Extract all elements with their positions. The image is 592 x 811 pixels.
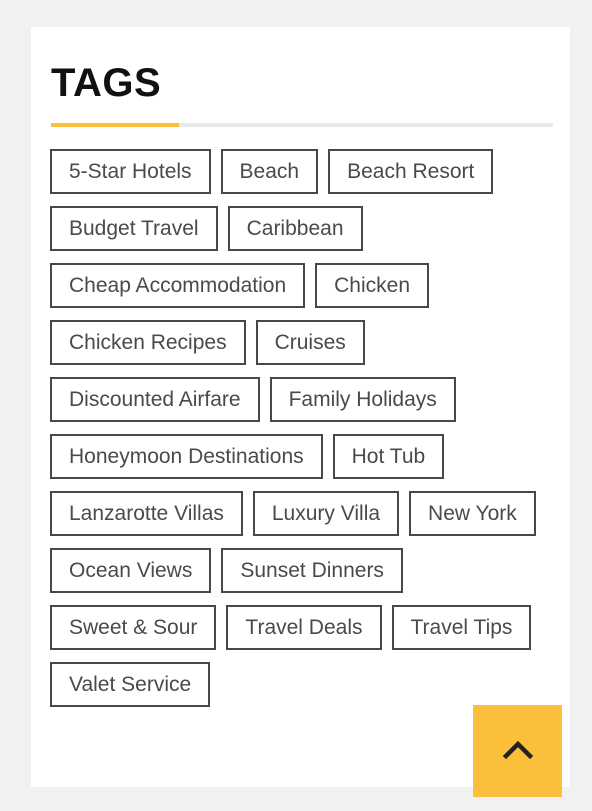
- chevron-up-icon: [497, 730, 539, 772]
- tag-link[interactable]: Luxury Villa: [252, 491, 400, 536]
- tag-link[interactable]: Sunset Dinners: [221, 548, 403, 593]
- tag-link[interactable]: Honeymoon Destinations: [50, 434, 323, 479]
- tag-link[interactable]: Beach Resort: [328, 149, 494, 194]
- tag-link[interactable]: Lanzarotte Villas: [50, 491, 243, 536]
- tag-link[interactable]: Travel Deals: [226, 605, 382, 650]
- tag-link[interactable]: Hot Tub: [332, 434, 445, 479]
- tag-link[interactable]: Caribbean: [227, 206, 363, 251]
- tags-widget-card: TAGS 5-Star Hotels Beach Beach Resort Budge…: [31, 27, 570, 787]
- page-title: TAGS: [51, 61, 162, 105]
- tag-link[interactable]: Chicken Recipes: [50, 320, 246, 365]
- tag-cloud: 5-Star Hotels Beach Beach Resort Budget Tra…: [50, 149, 560, 707]
- tag-link[interactable]: Family Holidays: [269, 377, 456, 422]
- tag-link[interactable]: Chicken: [315, 263, 430, 308]
- tag-link[interactable]: Sweet & Sour: [50, 605, 217, 650]
- tag-link[interactable]: Budget Travel: [50, 206, 218, 251]
- tag-link[interactable]: Cheap Accommodation: [50, 263, 306, 308]
- title-underline-rule: [51, 123, 553, 127]
- tags-widget-body: TAGS 5-Star Hotels Beach Beach Resort Budge…: [31, 27, 570, 707]
- tag-link[interactable]: 5-Star Hotels: [50, 149, 211, 194]
- page-background: TAGS 5-Star Hotels Beach Beach Resort Budge…: [0, 0, 592, 811]
- tag-link[interactable]: Cruises: [255, 320, 365, 365]
- tag-link[interactable]: Discounted Airfare: [50, 377, 260, 422]
- tag-link[interactable]: Valet Service: [50, 662, 211, 707]
- tag-link[interactable]: Travel Tips: [391, 605, 532, 650]
- tag-link[interactable]: Ocean Views: [50, 548, 212, 593]
- tag-link[interactable]: Beach: [220, 149, 319, 194]
- scroll-to-top-button[interactable]: [473, 705, 562, 797]
- tag-link[interactable]: New York: [409, 491, 536, 536]
